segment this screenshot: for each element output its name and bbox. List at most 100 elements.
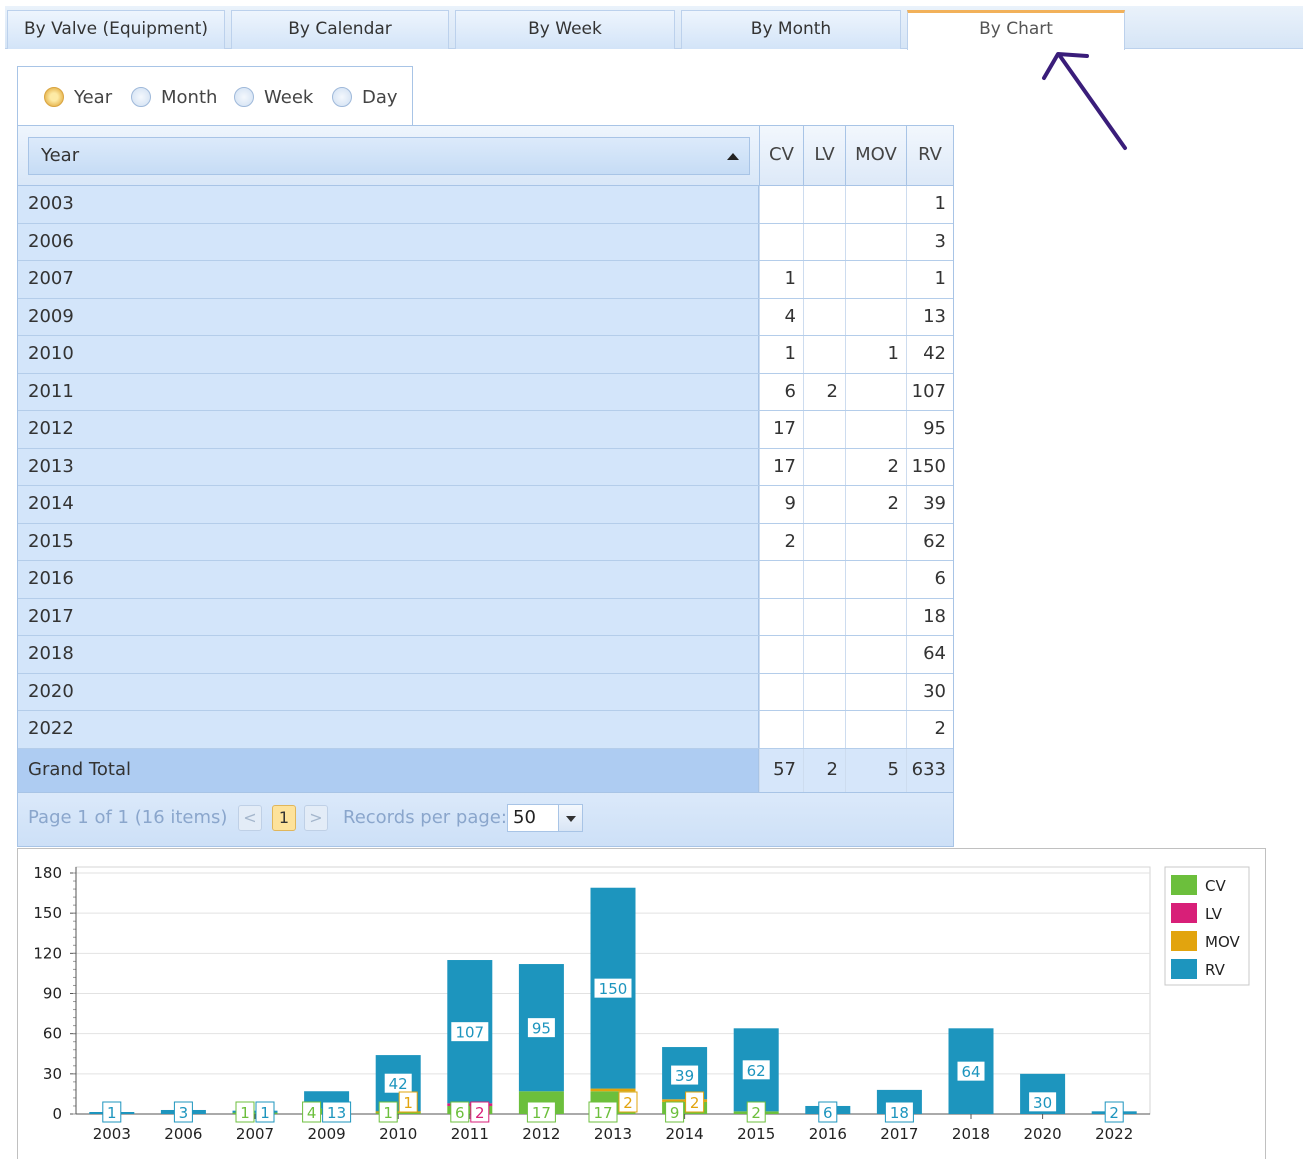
row-year-label[interactable]: 2020 [18, 673, 759, 710]
year-field-header[interactable]: Year [28, 137, 750, 175]
row-year-label[interactable]: 2014 [18, 486, 759, 523]
cell-mov [845, 636, 906, 673]
cell-rv: 13 [906, 298, 953, 335]
row-year-label[interactable]: 2016 [18, 561, 759, 598]
cell-rv: 18 [906, 598, 953, 635]
x-tick-label: 2009 [308, 1125, 346, 1143]
table-row: 2016 6 [18, 561, 953, 599]
table-row: 2011 6 2 107 [18, 373, 953, 411]
prev-page-button[interactable]: < [238, 805, 262, 831]
cell-lv [803, 486, 845, 523]
row-year-label[interactable]: 2015 [18, 523, 759, 560]
row-year-label[interactable]: 2018 [18, 636, 759, 673]
row-year-label[interactable]: 2003 [18, 186, 759, 223]
row-year-label[interactable]: 2006 [18, 223, 759, 260]
row-year-label[interactable]: 2010 [18, 336, 759, 373]
grand-total-label[interactable]: Grand Total [18, 748, 759, 792]
table-row: 2006 3 [18, 223, 953, 261]
cell-rv: 30 [906, 673, 953, 710]
cell-mov [845, 411, 906, 448]
radio-label: Year [74, 86, 113, 108]
cell-lv [803, 561, 845, 598]
tab-by-week[interactable]: By Week [455, 10, 675, 49]
row-year-label[interactable]: 2013 [18, 448, 759, 485]
current-page-button[interactable]: 1 [272, 805, 296, 831]
chart-panel: 0 30 60 90 120 150 180 2003 1 2006 3 2007 1 1 2009 4 13 2… [17, 848, 1266, 1159]
y-tick-label: 30 [43, 1065, 62, 1083]
records-per-page-select[interactable]: 50 [507, 804, 583, 832]
table-row: 2022 2 [18, 711, 953, 749]
row-year-label[interactable]: 2007 [18, 261, 759, 298]
cell-lv: 2 [803, 373, 845, 410]
tab-by-valve[interactable]: By Valve (Equipment) [7, 10, 225, 49]
legend-label: CV [1205, 877, 1226, 895]
y-tick-label: 90 [43, 985, 62, 1003]
cell-mov [845, 673, 906, 710]
row-year-label[interactable]: 2012 [18, 411, 759, 448]
pager: Page 1 of 1 (16 items) < 1 > Records per… [18, 793, 953, 846]
cell-rv: 1 [906, 261, 953, 298]
data-label: 1 [240, 1104, 250, 1122]
cell-cv [759, 186, 803, 223]
x-tick-label: 2018 [952, 1125, 990, 1143]
cell-mov: 2 [845, 486, 906, 523]
row-year-label[interactable]: 2011 [18, 373, 759, 410]
tab-by-month[interactable]: By Month [681, 10, 901, 49]
y-tick-label: 0 [52, 1105, 62, 1123]
records-per-page-value: 50 [513, 807, 536, 828]
column-header-rv[interactable]: RV [906, 126, 953, 185]
row-year-label[interactable]: 2017 [18, 598, 759, 635]
column-header-lv[interactable]: LV [803, 126, 845, 185]
data-label: 18 [890, 1104, 909, 1122]
cell-mov [845, 261, 906, 298]
legend-label: LV [1205, 905, 1223, 923]
data-label: 6 [823, 1104, 833, 1122]
pager-summary: Page 1 of 1 (16 items) [28, 807, 228, 828]
legend-label: RV [1205, 961, 1226, 979]
tab-by-calendar[interactable]: By Calendar [231, 10, 449, 49]
radio-day[interactable]: Day [332, 85, 398, 109]
y-tick-label: 120 [33, 944, 62, 962]
x-tick-label: 2007 [236, 1125, 274, 1143]
stacked-bar-chart: 0306090120150180200312006320071 120094 132… [33, 864, 1250, 1143]
x-tick-label: 2016 [809, 1125, 847, 1143]
chevron-down-icon[interactable] [558, 805, 582, 831]
period-radio-group: Year Month Week Day [17, 66, 413, 126]
cell-cv [759, 673, 803, 710]
column-header-cv[interactable]: CV [759, 126, 803, 185]
radio-label: Month [161, 86, 218, 108]
column-header-mov[interactable]: MOV [845, 126, 906, 185]
cell-lv [803, 448, 845, 485]
grid-header: Year CV LV MOV RV [18, 126, 953, 186]
data-label: 1 [383, 1104, 393, 1122]
radio-year[interactable]: Year [44, 85, 112, 109]
next-page-button[interactable]: > [304, 805, 328, 831]
grid-body: 2003 1 2006 3 2007 1 1 2009 4 13 2010 1 1 42 2011 6 2 107… [18, 186, 953, 793]
radio-week[interactable]: Week [234, 85, 313, 109]
table-row: 2007 1 1 [18, 261, 953, 299]
radio-label: Week [264, 86, 314, 108]
x-tick-label: 2020 [1024, 1125, 1062, 1143]
table-row: 2003 1 [18, 186, 953, 224]
row-year-label[interactable]: 2022 [18, 711, 759, 748]
cell-rv: 150 [906, 448, 953, 485]
cell-cv [759, 561, 803, 598]
data-label: 39 [675, 1067, 694, 1085]
row-year-label[interactable]: 2009 [18, 298, 759, 335]
x-tick-label: 2011 [451, 1125, 489, 1143]
radio-month[interactable]: Month [131, 85, 217, 109]
radio-selected-icon [44, 87, 64, 107]
cell-cv [759, 636, 803, 673]
x-tick-label: 2015 [737, 1125, 775, 1143]
cell-mov [845, 186, 906, 223]
x-tick-label: 2010 [379, 1125, 417, 1143]
cell-mov: 5 [845, 748, 906, 792]
cell-mov [845, 561, 906, 598]
cell-lv [803, 186, 845, 223]
cell-mov [845, 598, 906, 635]
legend-label: MOV [1205, 933, 1240, 951]
cell-cv: 17 [759, 411, 803, 448]
radio-unselected-icon [332, 87, 352, 107]
table-row: 2015 2 62 [18, 523, 953, 561]
legend-swatch [1171, 875, 1197, 895]
